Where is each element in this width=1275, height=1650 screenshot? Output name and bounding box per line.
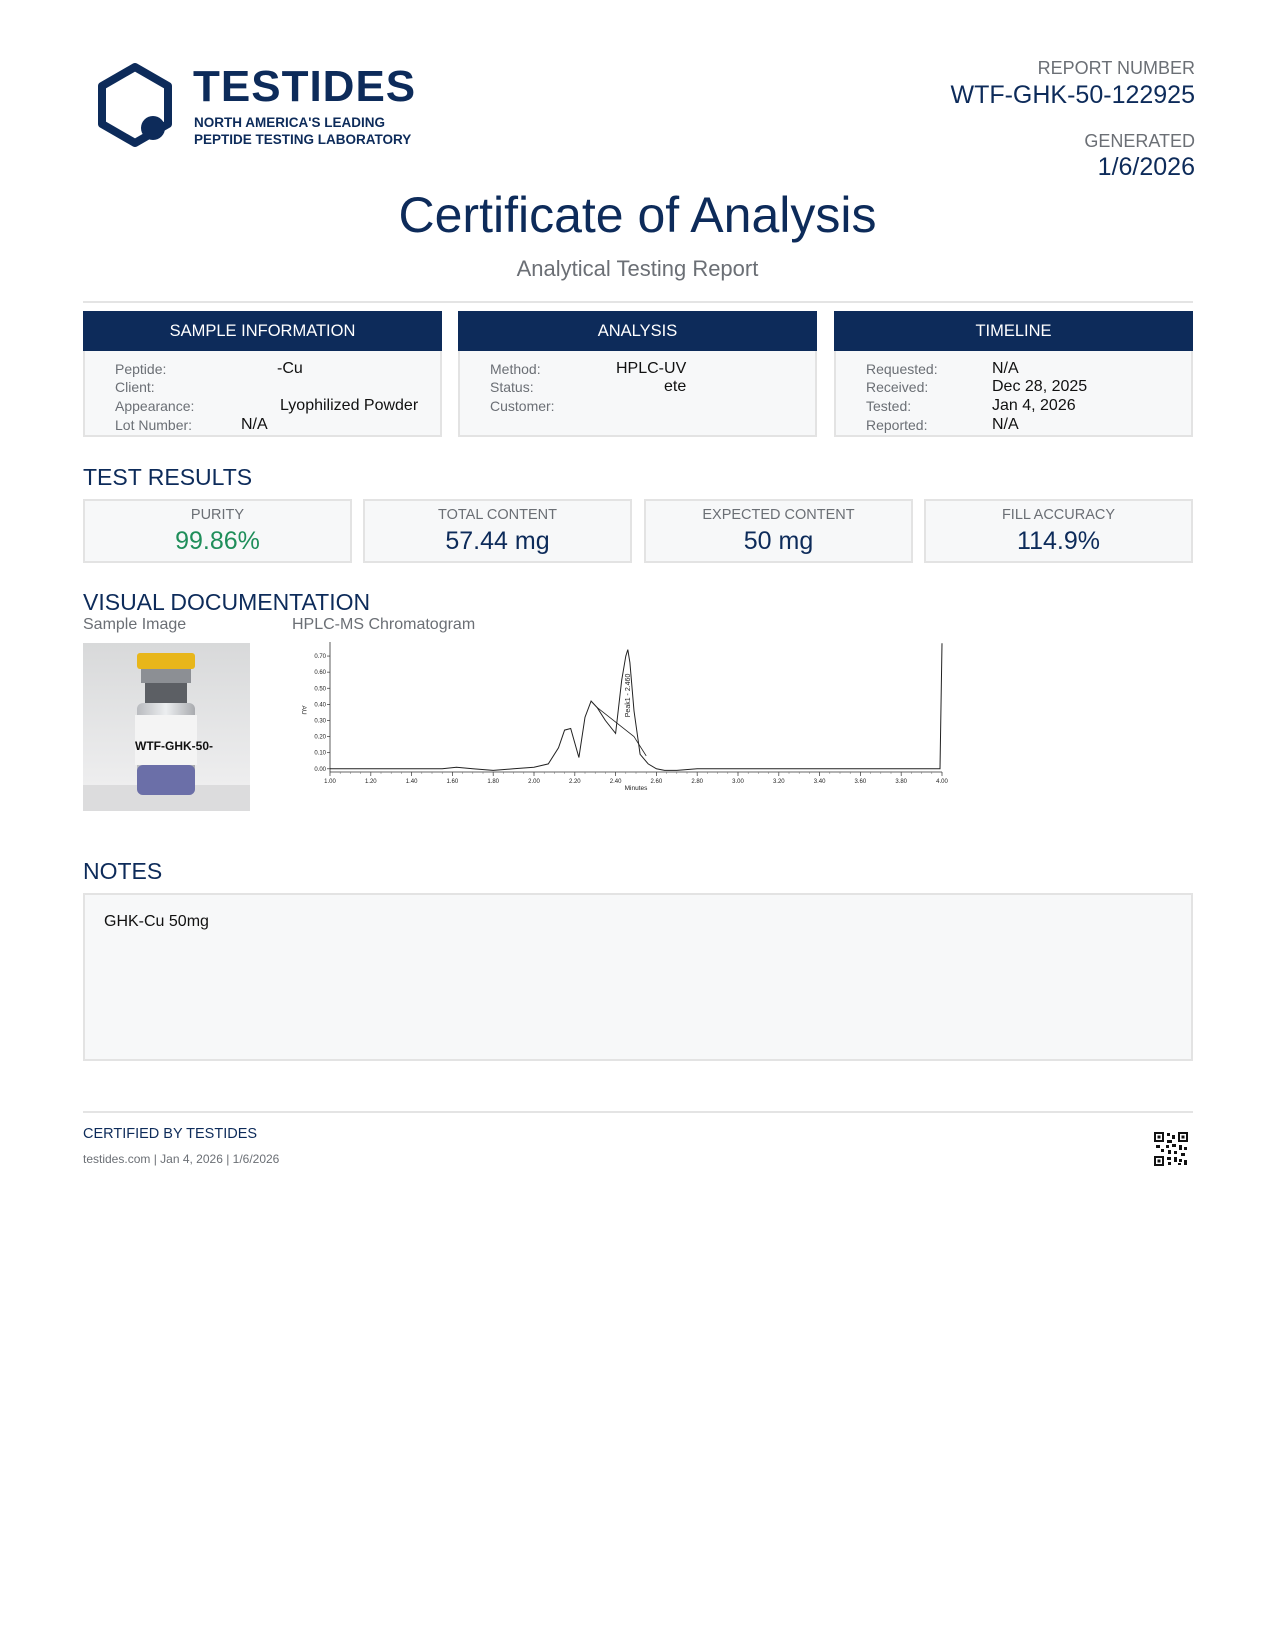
y-tick-label: 0.10 xyxy=(314,751,326,757)
vial-label-text: WTF-GHK-50- xyxy=(135,739,213,753)
generated-label: GENERATED xyxy=(1084,131,1195,151)
x-tick-label: 1.80 xyxy=(487,779,499,785)
reported-value: N/A xyxy=(992,416,1019,433)
qr-code-icon[interactable] xyxy=(1154,1132,1188,1166)
chromatogram-label: HPLC-MS Chromatogram xyxy=(292,616,476,633)
test-results-heading: TEST RESULTS xyxy=(83,464,253,490)
sample-information-panel: SAMPLE INFORMATION Peptide: -Cu Client: … xyxy=(83,311,442,437)
report-number-label: REPORT NUMBER xyxy=(1037,58,1195,78)
x-tick-label: 4.00 xyxy=(936,779,948,785)
x-tick-label: 3.00 xyxy=(732,779,744,785)
sample-vial-photo: WTF-GHK-50- xyxy=(83,643,250,811)
timeline-panel: TIMELINE Requested: N/A Received: Dec 28… xyxy=(834,311,1193,437)
fill-accuracy-value: 114.9% xyxy=(1017,527,1100,555)
received-value: Dec 28, 2025 xyxy=(992,378,1088,395)
brand-name: TESTIDES xyxy=(193,62,417,111)
x-axis-label: Minutes xyxy=(625,785,649,792)
sample-image-label: Sample Image xyxy=(83,616,187,633)
y-tick-label: 0.30 xyxy=(314,718,326,724)
tested-label: Tested: xyxy=(866,398,912,414)
tested-value: Jan 4, 2026 xyxy=(992,397,1076,414)
visual-documentation-heading: VISUAL DOCUMENTATION xyxy=(83,589,371,615)
reported-label: Reported: xyxy=(866,417,928,433)
appearance-value: Lyophilized Powder xyxy=(280,397,419,414)
x-tick-label: 1.00 xyxy=(324,779,336,785)
peptide-label: Peptide: xyxy=(115,361,167,377)
expected-content-value: 50 mg xyxy=(743,527,814,555)
x-tick-label: 1.20 xyxy=(365,779,377,785)
notes-heading: NOTES xyxy=(83,858,163,884)
y-tick-label: 0.60 xyxy=(314,670,326,676)
footer-divider xyxy=(83,1111,1193,1113)
footer-info: testides.com | Jan 4, 2026 | 1/6/2026 xyxy=(83,1152,280,1166)
lot-number-value: N/A xyxy=(241,416,268,433)
x-tick-label: 3.40 xyxy=(814,779,826,785)
method-label: Method: xyxy=(490,361,541,377)
x-tick-label: 2.00 xyxy=(528,779,540,785)
lot-number-label: Lot Number: xyxy=(115,417,193,433)
x-tick-label: 2.80 xyxy=(691,779,703,785)
total-content-label: TOTAL CONTENT xyxy=(438,507,557,523)
x-tick-label: 3.20 xyxy=(773,779,785,785)
appearance-label: Appearance: xyxy=(115,398,195,414)
page-subtitle: Analytical Testing Report xyxy=(516,256,759,281)
hplc-chromatogram: 0.00 0.10 0.20 0.30 0.40 0.50 0.60 0.70 1.00 1.20… xyxy=(300,642,948,792)
y-tick-label: 0.20 xyxy=(314,735,326,741)
x-tick-label: 2.40 xyxy=(610,779,622,785)
analysis-heading: ANALYSIS xyxy=(458,311,817,351)
fill-accuracy-label: FILL ACCURACY xyxy=(1001,507,1116,523)
generated-date: 1/6/2026 xyxy=(1097,153,1195,181)
testides-logo-icon xyxy=(98,63,172,147)
chromatogram-trace xyxy=(330,643,943,771)
y-tick-label: 0.00 xyxy=(314,767,326,773)
fill-accuracy-card: FILL ACCURACY 114.9% xyxy=(924,499,1193,563)
brand-tagline: NORTH AMERICA'S LEADING PEPTIDE TESTING … xyxy=(194,114,411,148)
requested-value: N/A xyxy=(992,360,1019,377)
purity-value: 99.86% xyxy=(175,527,260,555)
sample-information-heading: SAMPLE INFORMATION xyxy=(83,311,442,351)
y-tick-label: 0.70 xyxy=(314,654,326,660)
notes-text: GHK-Cu 50mg xyxy=(104,913,209,930)
total-content-card: TOTAL CONTENT 57.44 mg xyxy=(363,499,632,563)
analysis-panel: ANALYSIS Method: HPLC-UV Status: ete Cus… xyxy=(458,311,817,437)
x-tick-label: 2.60 xyxy=(651,779,663,785)
purity-label: PURITY xyxy=(190,507,245,523)
tagline-line-2: PEPTIDE TESTING LABORATORY xyxy=(194,132,412,147)
purity-card: PURITY 99.86% xyxy=(83,499,352,563)
expected-content-label: EXPECTED CONTENT xyxy=(702,507,855,523)
x-tick-label: 3.80 xyxy=(895,779,907,785)
x-tick-label: 2.20 xyxy=(569,779,581,785)
status-label: Status: xyxy=(490,379,534,395)
x-tick-label: 1.40 xyxy=(406,779,418,785)
report-number: WTF-GHK-50-122925 xyxy=(950,81,1195,109)
requested-label: Requested: xyxy=(866,361,938,377)
received-label: Received: xyxy=(866,379,929,395)
y-axis-label: AU xyxy=(300,705,307,714)
notes-box: GHK-Cu 50mg xyxy=(83,893,1193,1061)
x-tick-label: 3.60 xyxy=(855,779,867,785)
peptide-value: -Cu xyxy=(277,360,303,377)
client-label: Client: xyxy=(115,379,155,395)
timeline-heading: TIMELINE xyxy=(834,311,1193,351)
header-divider xyxy=(83,301,1193,303)
x-tick-label: 1.60 xyxy=(447,779,459,785)
status-value: ete xyxy=(664,378,687,395)
method-value: HPLC-UV xyxy=(616,360,687,377)
y-tick-label: 0.40 xyxy=(314,702,326,708)
total-content-value: 57.44 mg xyxy=(445,527,550,555)
peak-label: Peak1 - 2.460 xyxy=(625,674,632,718)
customer-label: Customer: xyxy=(490,398,555,414)
tagline-line-1: NORTH AMERICA'S LEADING xyxy=(194,115,385,130)
y-tick-label: 0.50 xyxy=(314,686,326,692)
expected-content-card: EXPECTED CONTENT 50 mg xyxy=(644,499,913,563)
page-title: Certificate of Analysis xyxy=(398,187,877,243)
certified-by: CERTIFIED BY TESTIDES xyxy=(83,1126,258,1142)
